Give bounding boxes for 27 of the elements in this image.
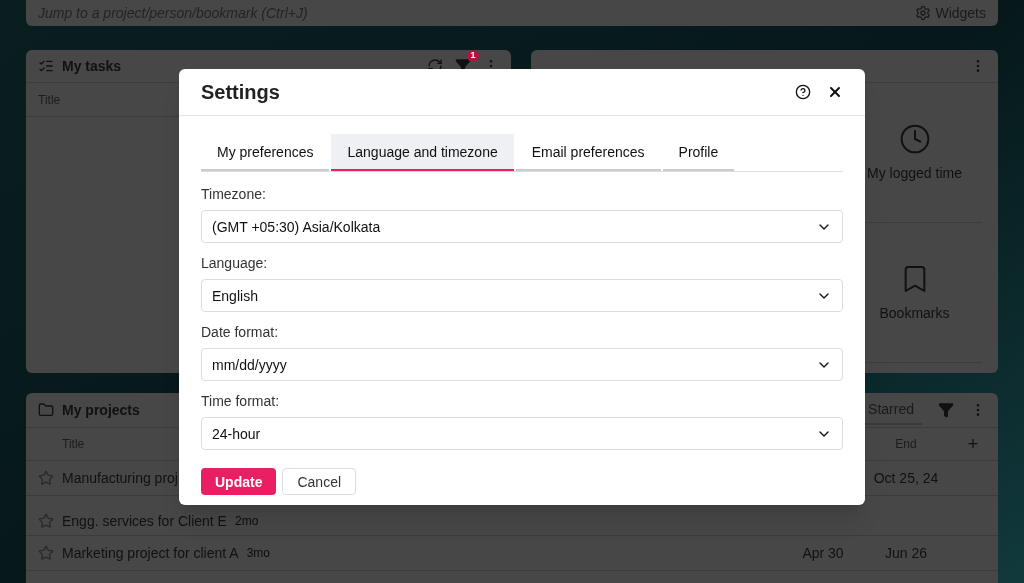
dialog-title: Settings [201,80,280,105]
update-button[interactable]: Update [201,468,277,495]
help-icon[interactable] [795,84,811,100]
dialog-tab[interactable]: My preferences [201,134,330,171]
field-label: Time format: [201,392,281,411]
gear-icon [915,5,932,21]
select-field[interactable]: (GMT +05:30) Asia/Kolkata [201,210,843,243]
star-icon[interactable] [38,545,54,561]
dialog-tab[interactable]: Profile [662,134,735,171]
select-field[interactable]: mm/dd/yyyy [201,348,843,381]
star-icon[interactable] [38,470,54,486]
star-icon[interactable] [38,512,54,529]
filter-badge: 1 [467,50,479,62]
field-label: Date format: [201,323,280,342]
folder-icon [38,402,54,418]
project-age: 3mo [246,545,270,561]
select-field[interactable]: English [201,279,843,312]
cancel-button[interactable]: Cancel [282,468,357,495]
dialog-tab[interactable]: Language and timezone [331,134,514,171]
select-field[interactable]: 24-hour [201,417,843,450]
close-icon[interactable] [827,84,843,100]
project-age: 2mo [234,512,259,529]
field-label: Timezone: [201,185,267,204]
checklist-icon [38,58,54,74]
clock-icon [898,122,931,155]
dialog-tab[interactable]: Email preferences [515,134,661,171]
field-label: Language: [201,254,269,273]
